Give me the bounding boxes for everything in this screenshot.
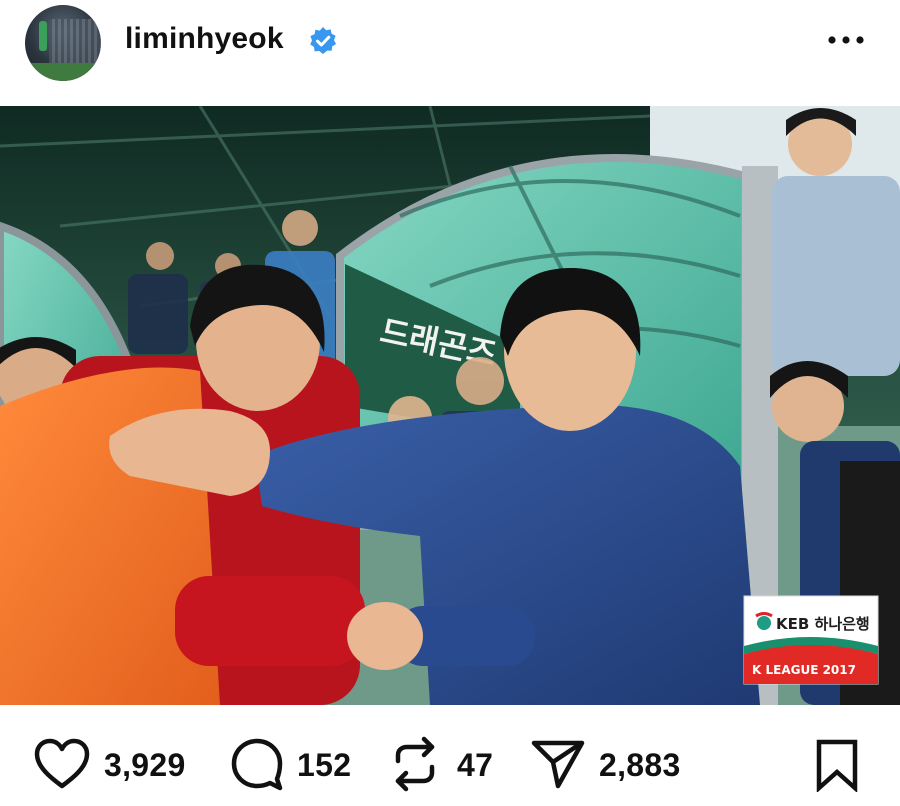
sponsor-board: KEB 하나은행 K LEAGUE 2017 [743,595,879,685]
photo-illustration: 드래곤즈 KEB 하나은행 K LEAGUE 2017 [0,106,900,705]
post-photo[interactable]: 드래곤즈 KEB 하나은행 K LEAGUE 2017 [0,106,900,705]
like-count[interactable]: 3,929 [104,747,186,784]
username[interactable]: liminhyeok [125,22,284,56]
avatar[interactable] [25,5,101,81]
sponsor-line1: KEB 하나은행 [776,615,870,633]
comment-count[interactable]: 152 [297,747,351,784]
send-icon[interactable] [530,738,586,790]
share-count[interactable]: 2,883 [599,747,681,784]
post-header: liminhyeok [0,0,900,106]
repost-icon[interactable] [390,735,440,793]
bookmark-icon[interactable] [814,738,860,792]
sponsor-line2: K LEAGUE 2017 [752,663,856,677]
heart-icon[interactable] [33,738,91,790]
avatar-crowd [49,19,101,63]
action-bar: 3,929 152 47 2,883 [0,705,900,806]
avatar-pitch [25,63,101,81]
verified-badge-icon [310,27,336,54]
more-icon[interactable] [825,28,869,52]
repost-count[interactable]: 47 [457,747,493,784]
comment-icon[interactable] [230,737,284,791]
avatar-player [39,21,47,51]
